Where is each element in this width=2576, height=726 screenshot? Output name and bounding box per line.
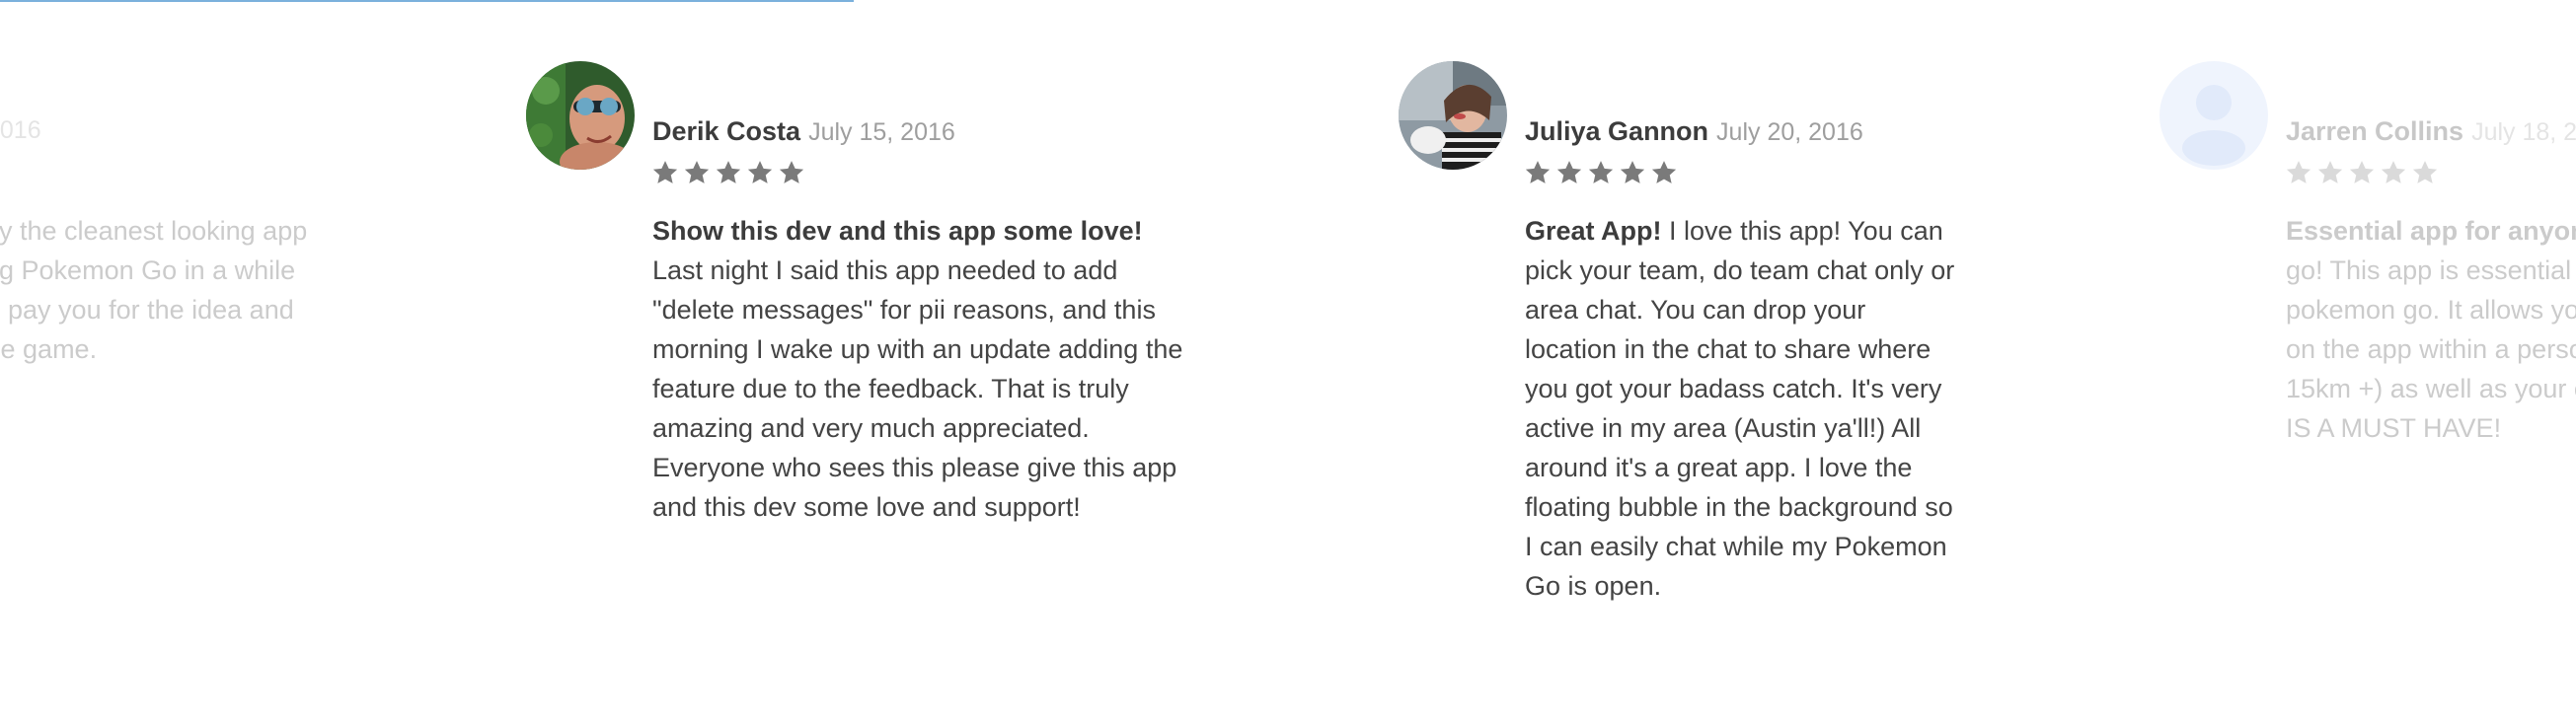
review-line: to pay you for the idea and <box>0 295 294 325</box>
star-icon <box>747 161 773 183</box>
star-icon <box>2381 161 2406 183</box>
star-icon <box>684 161 710 183</box>
star-icon <box>779 161 804 183</box>
review-line: IS A MUST HAVE! <box>2286 413 2502 443</box>
star-icon <box>1651 161 1677 183</box>
review-text: Last night I said this app needed to add… <box>652 255 1183 522</box>
star-icon <box>1525 161 1551 183</box>
review-line: the game. <box>0 334 98 364</box>
star-rating <box>1523 158 1679 187</box>
loading-progress-line <box>0 0 854 2</box>
review-date: July 20, 2016 <box>1716 118 1863 146</box>
review-body: Show this dev and this app some love! La… <box>652 211 1190 527</box>
review-body: Essential app for anyone go! This app is… <box>2286 211 2576 448</box>
star-icon <box>1620 161 1645 183</box>
person-icon <box>2159 61 2268 170</box>
star-rating <box>650 158 806 187</box>
review-line: on the app within a perso <box>2286 334 2576 364</box>
review-title: Show this dev and this app some love! <box>652 216 1143 246</box>
reviewer-name[interactable]: Jarren Collins <box>2286 116 2463 146</box>
review-body: bly the cleanest looking app ing Pokemon… <box>0 211 442 369</box>
avatar[interactable] <box>526 61 635 170</box>
review-date: 2016 <box>0 116 41 144</box>
avatar[interactable] <box>1399 61 1507 170</box>
review-meta: Derik Costa July 15, 2016 <box>652 116 955 147</box>
reviewer-name[interactable]: Juliya Gannon <box>1525 116 1708 146</box>
star-icon <box>716 161 741 183</box>
star-icon <box>2412 161 2438 183</box>
review-meta: 2016 <box>0 116 41 145</box>
review-meta: Jarren Collins July 18, 2016 <box>2286 116 2576 147</box>
review-date: July 18, 2016 <box>2471 118 2576 146</box>
review-meta: Juliya Gannon July 20, 2016 <box>1525 116 1863 147</box>
review-text: I love this app! You can pick your team,… <box>1525 216 1955 601</box>
star-icon <box>1556 161 1582 183</box>
review-body: Great App! I love this app! You can pick… <box>1525 211 1964 606</box>
star-icon <box>2317 161 2343 183</box>
review-title: Great App! <box>1525 216 1662 246</box>
star-icon <box>1588 161 1614 183</box>
review-line: bly the cleanest looking app <box>0 216 308 246</box>
review-line: ing Pokemon Go in a while <box>0 255 296 285</box>
review-line: pokemon go. It allows yo <box>2286 295 2576 325</box>
review-title: Essential app for anyone <box>2286 216 2576 246</box>
star-icon <box>652 161 678 183</box>
review-line: 15km +) as well as your c <box>2286 374 2576 403</box>
star-rating <box>2284 158 2440 187</box>
review-date: July 15, 2016 <box>808 118 955 146</box>
review-line: go! This app is essential f <box>2286 255 2576 285</box>
reviewer-name[interactable]: Derik Costa <box>652 116 800 146</box>
star-icon <box>2349 161 2375 183</box>
star-icon <box>2286 161 2311 183</box>
